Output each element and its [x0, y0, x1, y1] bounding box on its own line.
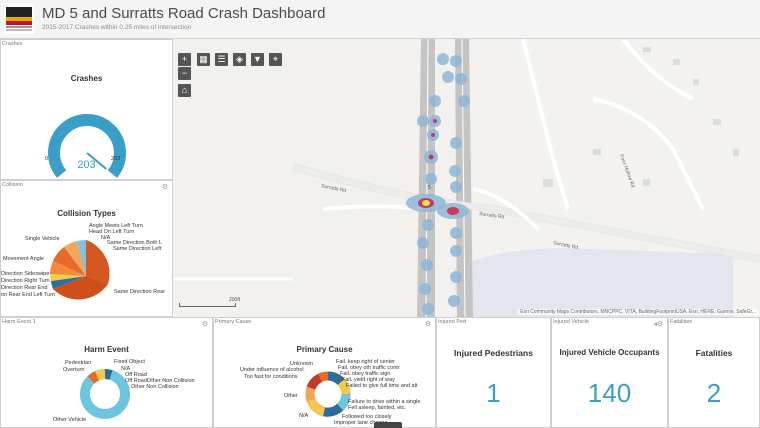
- pie-label: Direction Sideswipe: [1, 271, 50, 277]
- panel-title: Injured Pedestrians: [454, 348, 533, 358]
- route-shield: 5: [428, 185, 431, 191]
- water-pond: [453, 248, 733, 317]
- pie-label: on Rear End Left Turn: [1, 292, 56, 298]
- panel-tab: Fatalities: [670, 319, 693, 325]
- road-label: Surratts Rd: [321, 183, 347, 194]
- donut-label: Other Non Collision: [131, 384, 179, 390]
- scale-bar: [179, 303, 236, 307]
- scale-label: 200ft: [229, 297, 241, 303]
- injured-ped-value: 1: [486, 378, 501, 408]
- crashes-panel: Crashes Crashes 0 203 203: [0, 39, 173, 180]
- donut-label: Other: [284, 393, 298, 399]
- harm-panel: Harm Event 1 ⚙ Harm Event Pedestrian Ove…: [0, 317, 213, 428]
- layers-icon[interactable]: ◈: [233, 53, 246, 66]
- dashboard-title: MD 5 and Surratts Road Crash Dashboard: [42, 5, 326, 22]
- dashboard-subtitle: 2015-2017 Crashes within 0.25 miles of i…: [42, 24, 192, 31]
- pie-label: Single Vehicle: [25, 236, 60, 242]
- donut-label: Overturn: [63, 367, 85, 373]
- gauge-value: 203: [77, 159, 96, 171]
- injured-veh-panel: Injured Vehicle ◂ ⚙ Injured Vehicle Occu…: [551, 317, 668, 428]
- map-canvas: Surratts Rd Surratts Rd Surratts Rd Foxx…: [173, 39, 760, 317]
- harm-donut: [80, 369, 130, 419]
- panel-tab: Injured Ped: [438, 319, 467, 325]
- locate-icon[interactable]: ⌖: [269, 53, 282, 66]
- list-icon[interactable]: ☰: [215, 53, 228, 66]
- fatalities-value: 2: [706, 378, 722, 408]
- donut-label: Failed to give full time and att: [346, 383, 418, 389]
- mdot-logo: [4, 4, 34, 34]
- map-attribution: Esri Community Maps Contributors, MNCPPC…: [518, 309, 758, 315]
- pie-label: Head On Left Turn: [89, 229, 135, 235]
- cause-panel: Primary Cause ⚙ Primary Cause Unknown Un…: [213, 317, 436, 428]
- donut-label: Under influence of alcohol: [240, 367, 304, 373]
- pie-label: Movement Angle: [3, 256, 44, 262]
- header-bar: MD 5 and Surratts Road Crash Dashboard 2…: [0, 0, 760, 39]
- cause-donut: [305, 371, 351, 417]
- pie-label: Direction Rear End: [1, 285, 48, 291]
- donut-label: Fixed Object: [114, 359, 145, 365]
- filter-icon[interactable]: ▼: [251, 53, 264, 66]
- donut-label: N/A: [299, 413, 309, 419]
- pie-label: Same Direction Rear: [114, 289, 166, 295]
- donut-label: Too fast for conditions: [244, 374, 298, 380]
- panel-title: Injured Vehicle Occupants: [559, 348, 660, 357]
- injured-ped-panel: Injured Ped Injured Pedestrians 1: [436, 317, 551, 428]
- zoom-out-icon[interactable]: −: [178, 67, 191, 80]
- panel-resize-handle[interactable]: [374, 422, 402, 428]
- zoom-in-icon[interactable]: +: [178, 53, 191, 66]
- pie-label: Direction Right Turn: [1, 278, 50, 284]
- gear-icon[interactable]: ⚙: [657, 320, 663, 328]
- collision-panel: Collision ⚙ Collision Types Angle Meets …: [0, 180, 173, 317]
- donut-label: Fell asleep, fainted, etc.: [348, 405, 407, 411]
- injured-veh-value: 140: [587, 378, 632, 408]
- fatalities-panel: Fatalities Fatalities 2: [668, 317, 760, 428]
- pie-label: Same Direction Left: [113, 246, 162, 252]
- panel-tab: Injured Vehicle: [553, 319, 590, 325]
- donut-label: Pedestrian: [65, 360, 92, 366]
- basemap-icon[interactable]: ▦: [197, 53, 210, 66]
- crash-heatmap[interactable]: Surratts Rd Surratts Rd Surratts Rd Foxx…: [173, 39, 760, 317]
- donut-label: Other Vehicle: [53, 417, 87, 423]
- panel-title: Fatalities: [695, 348, 733, 358]
- home-icon[interactable]: ⌂: [178, 84, 191, 97]
